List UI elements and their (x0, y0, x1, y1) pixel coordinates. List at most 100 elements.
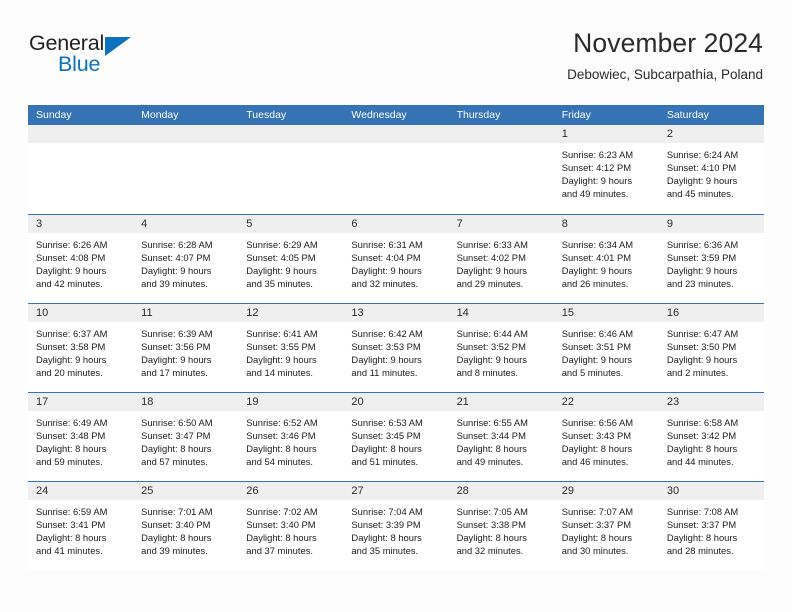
day-number: 1 (553, 125, 659, 143)
calendar-day-cell[interactable]: 25 Sunrise: 7:01 AM Sunset: 3:40 PM Dayligh… (133, 482, 239, 570)
day-number: 5 (238, 215, 344, 233)
sunset-time: Sunset: 3:56 PM (141, 341, 211, 353)
day-number: 3 (28, 215, 134, 233)
sunset-time: Sunset: 4:10 PM (666, 162, 737, 174)
daylight-duration-line2: and 11 minutes. (351, 367, 418, 379)
calendar-day-cell[interactable]: 23 Sunrise: 6:58 AM Sunset: 3:42 PM Dayligh… (658, 393, 764, 481)
day-number: 21 (448, 393, 554, 411)
title-block: November 2024 Debowiec, Subcarpathia, Po… (567, 28, 763, 84)
calendar-day-cell[interactable]: 10 Sunrise: 6:37 AM Sunset: 3:58 PM Dayligh… (28, 304, 134, 392)
daylight-duration-line1: Daylight: 9 hours (456, 265, 527, 277)
daylight-duration-line1: Daylight: 9 hours (561, 265, 633, 277)
daylight-duration-line1: Daylight: 9 hours (141, 265, 212, 277)
day-sun-info: Sunrise: 6:42 AM Sunset: 3:53 PM Daylight:… (343, 322, 448, 379)
sunset-time: Sunset: 3:37 PM (561, 519, 632, 531)
calendar-day-cell[interactable]: 27 Sunrise: 7:04 AM Sunset: 3:39 PM Dayligh… (343, 482, 449, 570)
day-number (133, 125, 239, 143)
day-number (238, 125, 344, 143)
calendar-day-cell[interactable]: 29 Sunrise: 7:07 AM Sunset: 3:37 PM Dayligh… (553, 482, 659, 570)
calendar-day-cell[interactable]: 2 Sunrise: 6:24 AM Sunset: 4:10 PM Daylight… (658, 125, 764, 214)
day-number: 24 (28, 482, 134, 500)
day-number: 27 (343, 482, 449, 500)
day-sun-info: Sunrise: 6:33 AM Sunset: 4:02 PM Daylight:… (449, 233, 554, 290)
calendar-page: General Blue November 2024 Debowiec, Sub… (0, 0, 792, 612)
sunset-time: Sunset: 4:08 PM (36, 252, 106, 264)
day-number: 12 (238, 304, 344, 322)
sunrise-time: Sunrise: 7:02 AM (246, 506, 318, 517)
calendar-day-cell[interactable]: 1 Sunrise: 6:23 AM Sunset: 4:12 PM Daylight… (553, 125, 659, 214)
day-number: 13 (343, 304, 449, 322)
sunrise-time: Sunrise: 6:42 AM (351, 328, 423, 339)
sunset-time: Sunset: 4:12 PM (561, 162, 632, 174)
calendar-day-cell[interactable]: 12 Sunrise: 6:41 AM Sunset: 3:55 PM Dayligh… (238, 304, 344, 392)
weekday-header-sunday: Sunday (36, 109, 72, 121)
calendar-day-cell[interactable]: 21 Sunrise: 6:55 AM Sunset: 3:44 PM Dayligh… (448, 393, 554, 481)
daylight-duration-line2: and 59 minutes. (36, 456, 103, 468)
calendar-weeks: 1 Sunrise: 6:23 AM Sunset: 4:12 PM Daylight… (28, 125, 764, 570)
calendar-day-cell[interactable]: 22 Sunrise: 6:56 AM Sunset: 3:43 PM Dayligh… (553, 393, 659, 481)
day-sun-info: Sunrise: 7:07 AM Sunset: 3:37 PM Daylight:… (554, 500, 659, 557)
calendar-day-cell[interactable]: 15 Sunrise: 6:46 AM Sunset: 3:51 PM Dayligh… (553, 304, 659, 392)
sunrise-time: Sunrise: 7:01 AM (141, 506, 213, 517)
weekday-header-thursday: Thursday (456, 109, 501, 121)
page-subtitle: Debowiec, Subcarpathia, Poland (567, 67, 763, 83)
sunrise-time: Sunrise: 6:58 AM (666, 417, 739, 428)
calendar-day-cell[interactable]: 24 Sunrise: 6:59 AM Sunset: 3:41 PM Dayligh… (28, 482, 134, 570)
page-header: General Blue November 2024 Debowiec, Sub… (0, 0, 792, 100)
sunset-time: Sunset: 3:48 PM (36, 430, 106, 442)
daylight-duration-line1: Daylight: 9 hours (666, 175, 738, 187)
day-sun-info: Sunrise: 6:55 AM Sunset: 3:44 PM Daylight:… (449, 411, 554, 468)
calendar-day-cell[interactable]: 13 Sunrise: 6:42 AM Sunset: 3:53 PM Dayligh… (343, 304, 449, 392)
general-blue-logo[interactable]: General Blue (29, 32, 189, 85)
daylight-duration-line1: Daylight: 9 hours (351, 354, 422, 366)
sunrise-time: Sunrise: 6:37 AM (36, 328, 108, 339)
calendar-day-cell[interactable]: 17 Sunrise: 6:49 AM Sunset: 3:48 PM Dayligh… (28, 393, 134, 481)
calendar-day-cell[interactable]: 8 Sunrise: 6:34 AM Sunset: 4:01 PM Daylight… (553, 215, 659, 303)
daylight-duration-line2: and 2 minutes. (666, 367, 729, 379)
sunrise-time: Sunrise: 6:23 AM (561, 149, 634, 160)
daylight-duration-line2: and 35 minutes. (351, 545, 419, 557)
sunrise-time: Sunrise: 6:44 AM (456, 328, 528, 339)
daylight-duration-line2: and 41 minutes. (36, 545, 103, 557)
day-sun-info: Sunrise: 6:49 AM Sunset: 3:48 PM Daylight:… (28, 411, 133, 468)
calendar-day-cell[interactable]: 20 Sunrise: 6:53 AM Sunset: 3:45 PM Dayligh… (343, 393, 449, 481)
calendar-day-cell[interactable]: 28 Sunrise: 7:05 AM Sunset: 3:38 PM Dayligh… (448, 482, 554, 570)
page-title: November 2024 (573, 28, 763, 58)
weekday-header-friday: Friday (561, 109, 591, 121)
sunrise-time: Sunrise: 6:59 AM (36, 506, 108, 517)
day-number: 28 (448, 482, 554, 500)
day-number: 16 (658, 304, 764, 322)
day-sun-info: Sunrise: 6:34 AM Sunset: 4:01 PM Daylight:… (554, 233, 659, 290)
daylight-duration-line2: and 29 minutes. (456, 278, 524, 290)
daylight-duration-line1: Daylight: 9 hours (561, 354, 633, 366)
calendar-day-cell[interactable]: 18 Sunrise: 6:50 AM Sunset: 3:47 PM Dayligh… (133, 393, 239, 481)
calendar-day-cell[interactable]: 3 Sunrise: 6:26 AM Sunset: 4:08 PM Daylight… (28, 215, 134, 303)
day-sun-info: Sunrise: 6:50 AM Sunset: 3:47 PM Daylight:… (133, 411, 238, 468)
calendar-day-cell[interactable]: 9 Sunrise: 6:36 AM Sunset: 3:59 PM Daylight… (658, 215, 764, 303)
daylight-duration-line1: Daylight: 9 hours (141, 354, 212, 366)
daylight-duration-line2: and 46 minutes. (561, 456, 629, 468)
day-sun-info: Sunrise: 6:37 AM Sunset: 3:58 PM Daylight:… (28, 322, 133, 379)
sunset-time: Sunset: 4:04 PM (351, 252, 421, 264)
calendar-day-cell[interactable]: 11 Sunrise: 6:39 AM Sunset: 3:56 PM Dayligh… (133, 304, 239, 392)
calendar-day-cell-empty (28, 125, 134, 214)
calendar-day-cell[interactable]: 6 Sunrise: 6:31 AM Sunset: 4:04 PM Daylight… (343, 215, 449, 303)
sunset-time: Sunset: 4:01 PM (561, 252, 632, 264)
daylight-duration-line1: Daylight: 9 hours (246, 265, 317, 277)
calendar-day-cell[interactable]: 16 Sunrise: 6:47 AM Sunset: 3:50 PM Dayligh… (658, 304, 764, 392)
calendar-day-cell[interactable]: 14 Sunrise: 6:44 AM Sunset: 3:52 PM Dayligh… (448, 304, 554, 392)
calendar-day-cell[interactable]: 7 Sunrise: 6:33 AM Sunset: 4:02 PM Daylight… (448, 215, 554, 303)
calendar-day-cell[interactable]: 30 Sunrise: 7:08 AM Sunset: 3:37 PM Dayligh… (658, 482, 764, 570)
daylight-duration-line2: and 37 minutes. (246, 545, 313, 557)
day-sun-info: Sunrise: 7:02 AM Sunset: 3:40 PM Daylight:… (238, 500, 343, 557)
daylight-duration-line1: Daylight: 8 hours (351, 443, 422, 455)
calendar-day-cell[interactable]: 19 Sunrise: 6:52 AM Sunset: 3:46 PM Dayligh… (238, 393, 344, 481)
calendar-day-cell[interactable]: 4 Sunrise: 6:28 AM Sunset: 4:07 PM Daylight… (133, 215, 239, 303)
calendar-day-cell[interactable]: 26 Sunrise: 7:02 AM Sunset: 3:40 PM Dayligh… (238, 482, 344, 570)
sunrise-time: Sunrise: 6:47 AM (666, 328, 739, 339)
daylight-duration-line1: Daylight: 9 hours (666, 265, 738, 277)
sunset-time: Sunset: 3:59 PM (666, 252, 737, 264)
calendar-day-cell[interactable]: 5 Sunrise: 6:29 AM Sunset: 4:05 PM Daylight… (238, 215, 344, 303)
day-sun-info: Sunrise: 6:44 AM Sunset: 3:52 PM Daylight:… (449, 322, 554, 379)
sunset-time: Sunset: 4:02 PM (456, 252, 526, 264)
